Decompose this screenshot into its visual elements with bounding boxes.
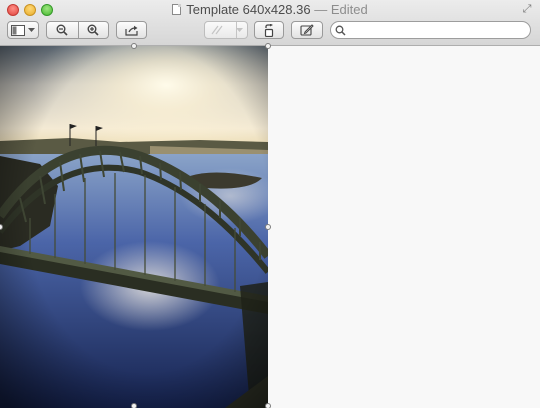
search-icon bbox=[335, 25, 346, 36]
markup-toolbox-button[interactable] bbox=[204, 21, 248, 39]
document-image[interactable] bbox=[0, 46, 268, 408]
sidebar-icon bbox=[11, 24, 25, 36]
document-icon[interactable] bbox=[172, 4, 182, 15]
preview-window: Template 640x428.36 — Edited ⤢ bbox=[0, 0, 540, 408]
annotate-pen-icon bbox=[300, 24, 314, 36]
edited-status: — Edited bbox=[314, 2, 368, 17]
zoom-out-icon bbox=[56, 24, 68, 36]
resize-handle-top-right[interactable] bbox=[265, 43, 271, 49]
resize-handle-top[interactable] bbox=[131, 43, 137, 49]
search-field[interactable] bbox=[330, 21, 531, 39]
annotate-button[interactable] bbox=[291, 21, 323, 39]
rotate-icon bbox=[264, 23, 274, 37]
window-title: Template 640x428.36 — Edited bbox=[0, 2, 540, 18]
share-button[interactable] bbox=[116, 21, 147, 39]
window-title-text: Template 640x428.36 bbox=[186, 2, 311, 17]
zoom-in-button[interactable] bbox=[78, 22, 109, 38]
bridge-photo bbox=[0, 46, 268, 408]
titlebar: Template 640x428.36 — Edited ⤢ bbox=[0, 0, 540, 46]
chevron-down-icon bbox=[28, 27, 35, 32]
rotate-button[interactable] bbox=[254, 21, 284, 39]
search-input[interactable] bbox=[348, 22, 526, 38]
resize-handle-bottom-right[interactable] bbox=[265, 403, 271, 408]
zoom-control bbox=[46, 21, 109, 39]
document-canvas bbox=[0, 43, 540, 408]
resize-handle-right[interactable] bbox=[265, 224, 271, 230]
segment-divider bbox=[78, 22, 79, 38]
resize-handle-bottom[interactable] bbox=[131, 403, 137, 408]
sidebar-button[interactable] bbox=[7, 21, 39, 39]
fullscreen-icon[interactable]: ⤢ bbox=[521, 3, 533, 15]
empty-canvas bbox=[268, 46, 540, 408]
zoom-out-button[interactable] bbox=[47, 22, 78, 38]
share-icon bbox=[124, 25, 138, 36]
segment-divider bbox=[236, 22, 237, 38]
zoom-in-icon bbox=[87, 24, 99, 36]
markup-toolbox-icon bbox=[211, 25, 222, 35]
